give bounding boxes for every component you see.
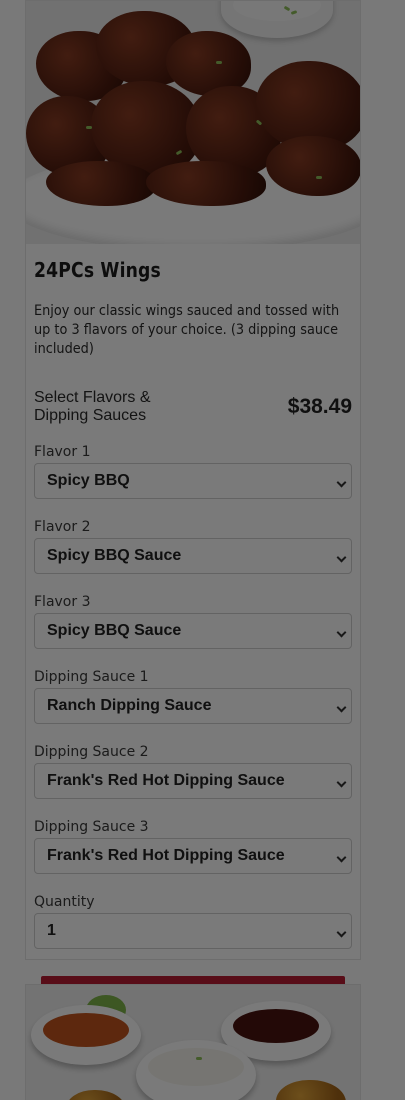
flavor-3-value: Spicy BBQ Sauce: [47, 622, 182, 639]
flavor-2-value: Spicy BBQ Sauce: [47, 547, 182, 564]
dipping-sauce-2-value: Frank's Red Hot Dipping Sauce: [47, 772, 285, 789]
product-card: 24PCs Wings Enjoy our classic wings sauc…: [25, 0, 361, 1014]
quantity-value: 1: [47, 922, 56, 939]
product-description: Enjoy our classic wings sauced and tosse…: [34, 303, 340, 357]
quantity-select[interactable]: 1: [34, 913, 352, 949]
chevron-down-icon: [336, 552, 347, 563]
chevron-down-icon: [336, 927, 347, 938]
chevron-down-icon: [336, 702, 347, 713]
quantity-label: Quantity: [34, 894, 95, 910]
flavor-2-select[interactable]: Spicy BBQ Sauce: [34, 538, 352, 574]
chevron-down-icon: [336, 627, 347, 638]
flavor-1-label: Flavor 1: [34, 444, 91, 460]
dipping-sauces-image: [26, 985, 360, 1100]
dipping-sauce-2-label: Dipping Sauce 2: [34, 744, 149, 760]
flavor-1-select[interactable]: Spicy BBQ: [34, 463, 352, 499]
chevron-down-icon: [336, 777, 347, 788]
chevron-down-icon: [336, 852, 347, 863]
flavor-3-select[interactable]: Spicy BBQ Sauce: [34, 613, 352, 649]
wings-image: [26, 1, 360, 244]
dipping-sauce-1-value: Ranch Dipping Sauce: [47, 697, 212, 714]
select-options-heading: Select Flavors & Dipping Sauces: [34, 389, 151, 424]
flavor-1-value: Spicy BBQ: [47, 472, 130, 489]
dipping-sauce-3-select[interactable]: Frank's Red Hot Dipping Sauce: [34, 838, 352, 874]
flavor-3-label: Flavor 3: [34, 594, 91, 610]
page: 24PCs Wings Enjoy our classic wings sauc…: [0, 0, 405, 1100]
product-price: $38.49: [287, 395, 352, 418]
dipping-sauce-3-label: Dipping Sauce 3: [34, 819, 149, 835]
dipping-sauce-1-select[interactable]: Ranch Dipping Sauce: [34, 688, 352, 724]
product-title: 24PCs Wings: [34, 258, 161, 282]
dipping-sauce-1-label: Dipping Sauce 1: [34, 669, 149, 685]
chevron-down-icon: [336, 477, 347, 488]
dipping-sauce-3-value: Frank's Red Hot Dipping Sauce: [47, 847, 285, 864]
flavor-2-label: Flavor 2: [34, 519, 91, 535]
next-product-card[interactable]: [25, 984, 361, 1100]
dipping-sauce-2-select[interactable]: Frank's Red Hot Dipping Sauce: [34, 763, 352, 799]
